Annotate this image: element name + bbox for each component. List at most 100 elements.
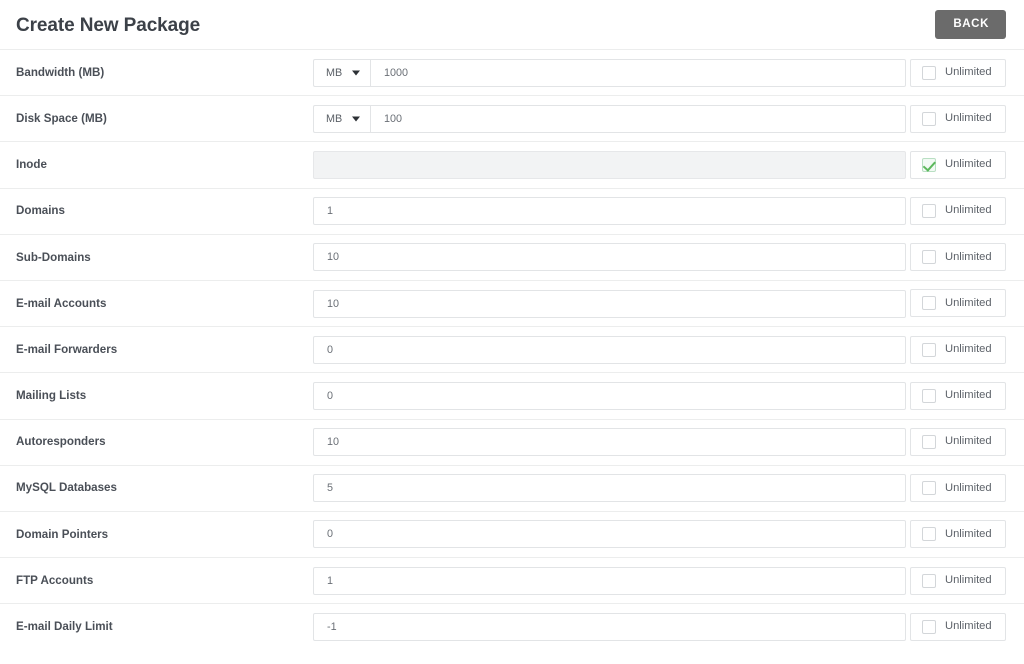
unlimited-toggle[interactable]: Unlimited xyxy=(910,520,1006,549)
row-label: E-mail Daily Limit xyxy=(16,620,113,634)
checkbox-icon[interactable] xyxy=(922,388,936,403)
back-button[interactable]: BACK xyxy=(935,9,1006,40)
row-label: Domains xyxy=(16,204,65,218)
row-control: Unlimited xyxy=(313,188,1024,234)
checkbox-icon[interactable] xyxy=(922,250,936,265)
unlimited-label: Unlimited xyxy=(945,112,992,125)
page-title: Create New Package xyxy=(16,15,201,36)
value-input[interactable] xyxy=(313,612,906,641)
form-row: Mailing Lists Unlimited xyxy=(0,372,1024,418)
unlimited-label: Unlimited xyxy=(945,158,992,171)
unlimited-toggle[interactable]: Unlimited xyxy=(910,612,1006,641)
unlimited-label: Unlimited xyxy=(945,573,992,586)
unlimited-label: Unlimited xyxy=(945,481,992,494)
unit-select-value: MB xyxy=(326,66,343,79)
row-control: Unlimited xyxy=(313,373,1024,419)
value-input[interactable] xyxy=(313,474,906,503)
unlimited-toggle[interactable]: Unlimited xyxy=(910,474,1006,503)
unlimited-toggle[interactable]: Unlimited xyxy=(910,381,1006,410)
form-row: Domains Unlimited xyxy=(0,187,1024,234)
unlimited-label: Unlimited xyxy=(945,204,992,217)
form-row: FTP Accounts Unlimited xyxy=(0,557,1024,603)
unlimited-toggle[interactable]: Unlimited xyxy=(910,289,1006,318)
unit-select[interactable]: MB xyxy=(313,58,370,87)
unlimited-toggle[interactable]: Unlimited xyxy=(910,566,1006,595)
row-control: Unlimited xyxy=(313,558,1024,604)
checkbox-icon[interactable] xyxy=(922,296,936,311)
unlimited-label: Unlimited xyxy=(945,250,992,263)
checkbox-icon[interactable] xyxy=(922,573,936,588)
unit-select-value: MB xyxy=(326,112,343,125)
row-label: Mailing Lists xyxy=(16,389,87,403)
unlimited-label: Unlimited xyxy=(945,389,992,402)
row-label: Autoresponders xyxy=(16,435,106,449)
unlimited-label: Unlimited xyxy=(945,620,992,633)
row-control: Unlimited xyxy=(313,234,1024,280)
unlimited-label: Unlimited xyxy=(945,527,992,540)
row-label: E-mail Forwarders xyxy=(16,342,118,356)
value-input xyxy=(313,150,906,179)
input-group xyxy=(313,243,906,272)
form-row: Domain Pointers Unlimited xyxy=(0,510,1024,557)
value-input[interactable] xyxy=(313,289,906,318)
value-input[interactable] xyxy=(313,520,906,549)
create-package-page: Create New Package BACK Bandwidth (MB) MB… xyxy=(0,0,1024,664)
unlimited-toggle[interactable]: Unlimited xyxy=(910,150,1006,179)
row-control: Unlimited xyxy=(313,327,1024,373)
row-label: Inode xyxy=(16,158,47,172)
checkbox-icon[interactable] xyxy=(922,619,936,634)
checkbox-icon[interactable] xyxy=(922,65,936,80)
input-group: MB xyxy=(313,104,906,133)
form-row: E-mail Daily Limit Unlimited xyxy=(0,603,1024,649)
value-input[interactable] xyxy=(313,197,906,226)
row-label: Disk Space (MB) xyxy=(16,111,107,125)
form-row: Inode Unlimited xyxy=(0,141,1024,187)
checkbox-icon[interactable] xyxy=(922,435,936,449)
input-group xyxy=(313,428,906,457)
input-group xyxy=(313,520,906,549)
row-label: Domain Pointers xyxy=(16,527,109,541)
value-input[interactable] xyxy=(313,243,906,272)
input-group xyxy=(313,289,906,318)
unlimited-toggle[interactable]: Unlimited xyxy=(910,243,1006,272)
checkbox-icon[interactable] xyxy=(922,527,936,542)
row-control: Unlimited xyxy=(313,465,1024,511)
unlimited-toggle[interactable]: Unlimited xyxy=(910,335,1006,364)
input-group xyxy=(313,381,906,410)
row-control: Unlimited xyxy=(313,142,1024,188)
unit-select[interactable]: MB xyxy=(313,104,370,133)
form-row: Bandwidth (MB) MB Unlimited xyxy=(0,49,1024,95)
unlimited-toggle[interactable]: Unlimited xyxy=(910,104,1006,133)
value-input[interactable] xyxy=(313,428,906,457)
checkbox-icon[interactable] xyxy=(922,204,936,219)
unlimited-label: Unlimited xyxy=(945,296,992,309)
row-label: FTP Accounts xyxy=(16,573,94,587)
checkbox-icon[interactable] xyxy=(922,111,936,126)
unlimited-label: Unlimited xyxy=(945,65,992,78)
unlimited-toggle[interactable]: Unlimited xyxy=(910,58,1006,87)
row-label: E-mail Accounts xyxy=(16,296,107,310)
checkbox-icon[interactable] xyxy=(922,342,936,357)
value-input[interactable] xyxy=(313,566,906,595)
chevron-down-icon xyxy=(352,116,360,122)
input-group xyxy=(313,150,906,179)
row-control: Unlimited xyxy=(313,280,1024,326)
value-input[interactable] xyxy=(313,381,906,410)
row-label: MySQL Databases xyxy=(16,481,117,495)
unlimited-toggle[interactable]: Unlimited xyxy=(910,428,1006,456)
unlimited-toggle[interactable]: Unlimited xyxy=(910,197,1006,226)
input-group xyxy=(313,335,906,364)
input-group xyxy=(313,474,906,503)
row-control: Unlimited xyxy=(313,419,1024,465)
unlimited-label: Unlimited xyxy=(945,435,992,448)
page-header: Create New Package BACK xyxy=(0,0,1024,49)
form-row: E-mail Accounts Unlimited xyxy=(0,279,1024,326)
value-input[interactable] xyxy=(370,104,906,133)
form-row: E-mail Forwarders Unlimited xyxy=(0,326,1024,372)
value-input[interactable] xyxy=(370,58,906,87)
checkbox-icon[interactable] xyxy=(922,481,936,496)
value-input[interactable] xyxy=(313,335,906,364)
chevron-down-icon xyxy=(352,70,360,76)
row-control: MB Unlimited xyxy=(313,50,1024,96)
check-icon[interactable] xyxy=(922,157,936,172)
